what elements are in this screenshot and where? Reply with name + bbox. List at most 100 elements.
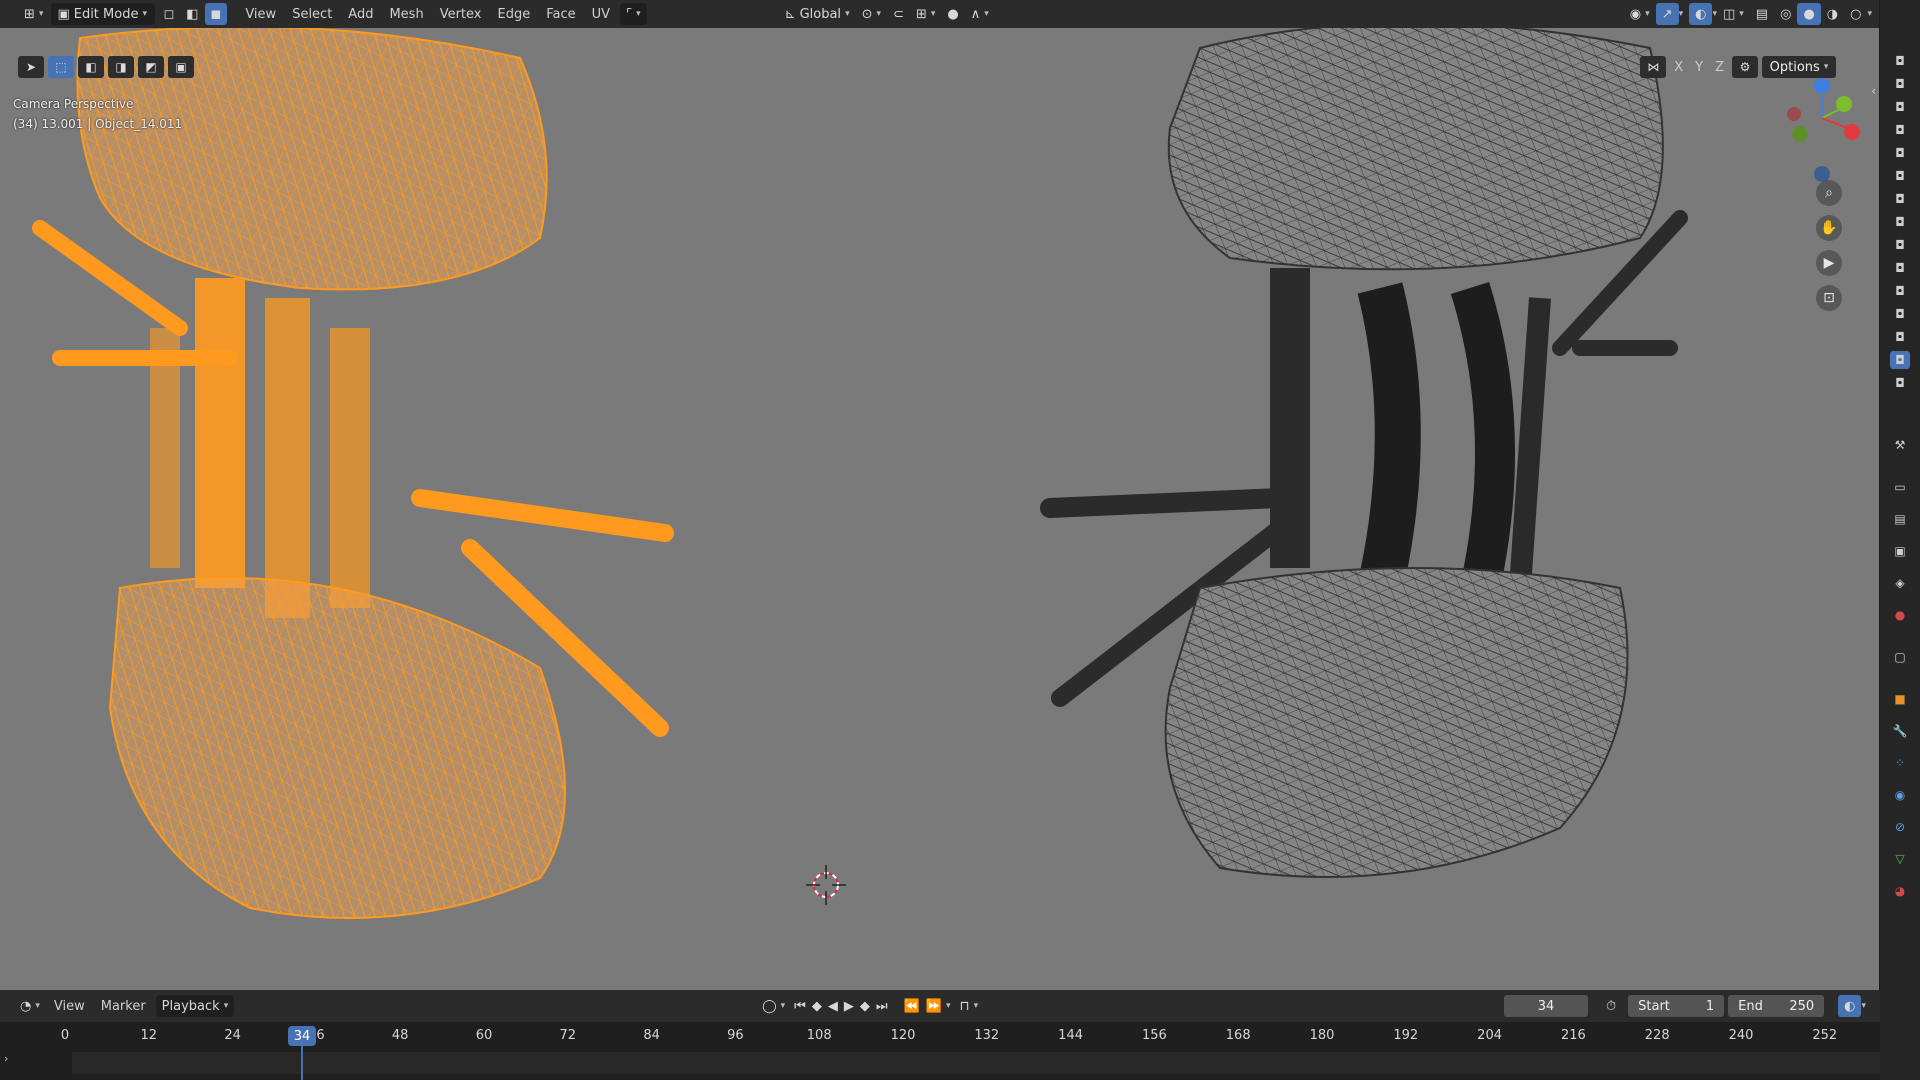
output-properties-icon[interactable]: ▤ (1890, 510, 1910, 528)
chevron-down-icon[interactable]: ▾ (1867, 9, 1872, 19)
outliner-camera-icon[interactable]: ◘ (1890, 374, 1910, 392)
chevron-down-icon[interactable]: ▾ (1861, 1001, 1866, 1011)
outliner-camera-icon[interactable]: ◘ (1890, 213, 1910, 231)
select-box-subtract-button[interactable]: ◨ (108, 56, 134, 78)
menu-vertex[interactable]: Vertex (432, 7, 490, 22)
outliner-camera-icon[interactable]: ◘ (1890, 52, 1910, 70)
jump-next-keyframe-button[interactable]: ◆ (857, 995, 873, 1017)
object-data-icon[interactable]: ▽ (1890, 850, 1910, 868)
menu-select[interactable]: Select (284, 7, 340, 22)
jump-start-button[interactable]: ⏮ (791, 995, 809, 1017)
face-select-mode-button[interactable]: ◼ (204, 3, 228, 25)
mirror-options-button[interactable]: ⋈ (1640, 56, 1667, 78)
selected-mesh-object[interactable] (32, 28, 674, 919)
mode-dropdown[interactable]: ▣ Edit Mode ▾ (51, 3, 156, 25)
shading-solid-button[interactable]: ● (1797, 3, 1821, 25)
editor-type-button[interactable]: ⊞ ▾ (18, 3, 49, 25)
prev-frame-button[interactable]: ⏪ (901, 995, 923, 1017)
mirror-axis-y[interactable]: Y (1691, 60, 1707, 75)
constraints-properties-icon[interactable]: ⊘ (1890, 818, 1910, 836)
particles-properties-icon[interactable]: ⁘ (1890, 754, 1910, 772)
xray-toggle[interactable]: ▤ (1750, 3, 1774, 25)
render-properties-icon[interactable]: ▭ (1890, 478, 1910, 496)
menu-mesh[interactable]: Mesh (381, 7, 431, 22)
edge-select-mode-button[interactable]: ◧ (180, 3, 204, 25)
object-properties-icon[interactable]: ■ (1890, 690, 1910, 708)
material-properties-icon[interactable]: ◕ (1890, 882, 1910, 900)
outliner-camera-icon[interactable]: ◘ (1890, 144, 1910, 162)
outliner-camera-icon[interactable]: ◘ (1890, 167, 1910, 185)
sidebar-toggle-arrow[interactable]: ‹ (1871, 84, 1876, 98)
outliner-camera-icon[interactable]: ◘ (1890, 282, 1910, 300)
camera-view-button[interactable]: ▶ (1816, 250, 1842, 276)
outliner-camera-active-icon[interactable]: ◘ (1890, 351, 1910, 369)
timeline-menu-marker[interactable]: Marker (93, 999, 154, 1014)
mirror-axis-z[interactable]: Z (1711, 60, 1728, 75)
menu-add[interactable]: Add (340, 7, 381, 22)
timeline-scrubber[interactable]: 0 12 24 36 48 60 72 84 96 108 120 132 144 156 168 180 19… (0, 1022, 1880, 1080)
outliner-camera-icon[interactable]: ◘ (1890, 328, 1910, 346)
navigation-gizmo[interactable] (1787, 78, 1860, 182)
timeline-menu-view[interactable]: View (46, 999, 93, 1014)
falloff-dropdown[interactable]: ∧ ▾ (965, 3, 995, 25)
outliner-camera-icon[interactable]: ◘ (1890, 236, 1910, 254)
select-tool-button[interactable]: ➤ (18, 56, 44, 78)
playback-dropdown[interactable]: Playback ▾ (155, 995, 235, 1017)
3d-cursor[interactable] (806, 865, 846, 905)
mesh-overlay-dropdown[interactable]: ◫ ▾ (1717, 3, 1750, 25)
select-box-intersect-button[interactable]: ▣ (168, 56, 194, 78)
menu-face[interactable]: Face (538, 7, 583, 22)
snap-toggle[interactable]: ⊂ (887, 3, 910, 25)
play-reverse-button[interactable]: ◀ (825, 995, 841, 1017)
next-frame-button[interactable]: ⏩ ▾ (923, 995, 954, 1017)
shading-material-button[interactable]: ◑ (1821, 3, 1844, 25)
select-box-extend-button[interactable]: ◧ (78, 56, 104, 78)
outliner-camera-icon[interactable]: ◘ (1890, 259, 1910, 277)
pivot-point-dropdown[interactable]: ⊙ ▾ (856, 3, 887, 25)
3d-viewport[interactable]: ➤ ⬚ ◧ ◨ ◩ ▣ Camera Perspective (34) 13.0… (0, 28, 1880, 990)
auto-keying-toggle[interactable]: ◯ ▾ (756, 995, 791, 1017)
preview-range-toggle[interactable]: ⏱ (1600, 995, 1622, 1017)
outliner-camera-icon[interactable]: ◘ (1890, 98, 1910, 116)
proportional-edit-toggle[interactable]: ● (941, 3, 964, 25)
overlay-toggle[interactable]: ◐ (1689, 3, 1713, 25)
mirror-axis-x[interactable]: X (1670, 60, 1687, 75)
vertex-select-mode-button[interactable]: ◻ (157, 3, 180, 25)
visibility-dropdown[interactable]: ◉ ▾ (1624, 3, 1656, 25)
select-box-new-button[interactable]: ⬚ (48, 56, 74, 78)
zoom-button[interactable]: ⌕ (1816, 180, 1842, 206)
tool-settings-icon[interactable]: ⚒ (1890, 436, 1910, 454)
jump-prev-keyframe-button[interactable]: ◆ (809, 995, 825, 1017)
lock-camera-button[interactable]: ⊡ (1816, 285, 1842, 311)
jump-end-button[interactable]: ⏭ (873, 995, 891, 1017)
end-frame-field[interactable]: End 250 (1728, 995, 1825, 1017)
collection-properties-icon[interactable]: ▢ (1890, 648, 1910, 666)
outliner-camera-icon[interactable]: ◘ (1890, 121, 1910, 139)
play-button[interactable]: ▶ (841, 995, 857, 1017)
current-frame-field[interactable]: 34 (1504, 995, 1588, 1017)
shading-wireframe-button[interactable]: ◎ (1774, 3, 1797, 25)
pan-button[interactable]: ✋ (1816, 215, 1842, 241)
timeline-view-options[interactable]: ◐ (1838, 995, 1862, 1017)
start-frame-field[interactable]: Start 1 (1628, 995, 1725, 1017)
collapse-arrow-icon[interactable]: › (4, 1052, 8, 1065)
mesh-edit-options-button[interactable]: ⚙ (1732, 56, 1758, 78)
menu-uv[interactable]: UV (584, 7, 618, 22)
keying-set-dropdown[interactable]: ⊓ ▾ (953, 995, 984, 1017)
snap-target-dropdown[interactable]: ⊞ ▾ (910, 3, 941, 25)
select-box-invert-button[interactable]: ◩ (138, 56, 164, 78)
playhead-marker[interactable]: 34 (288, 1026, 316, 1046)
outliner-camera-icon[interactable]: ◘ (1890, 305, 1910, 323)
view-layer-icon[interactable]: ▣ (1890, 542, 1910, 560)
modifier-properties-icon[interactable]: 🔧 (1890, 722, 1910, 740)
outliner-camera-icon[interactable]: ◘ (1890, 190, 1910, 208)
shading-rendered-button[interactable]: ○ (1844, 3, 1867, 25)
scene-properties-icon[interactable]: ◈ (1890, 574, 1910, 592)
world-properties-icon[interactable]: ● (1890, 606, 1910, 624)
chevron-down-icon[interactable]: ▾ (1679, 9, 1684, 19)
wireframe-mesh-object[interactable] (1040, 28, 1688, 878)
menu-edge[interactable]: Edge (490, 7, 539, 22)
uv-tools-dropdown[interactable]: ⌜ ▾ (620, 3, 647, 25)
timeline-editor-type[interactable]: ◔ ▾ (14, 995, 46, 1017)
gizmo-toggle[interactable]: ↗ (1655, 3, 1679, 25)
